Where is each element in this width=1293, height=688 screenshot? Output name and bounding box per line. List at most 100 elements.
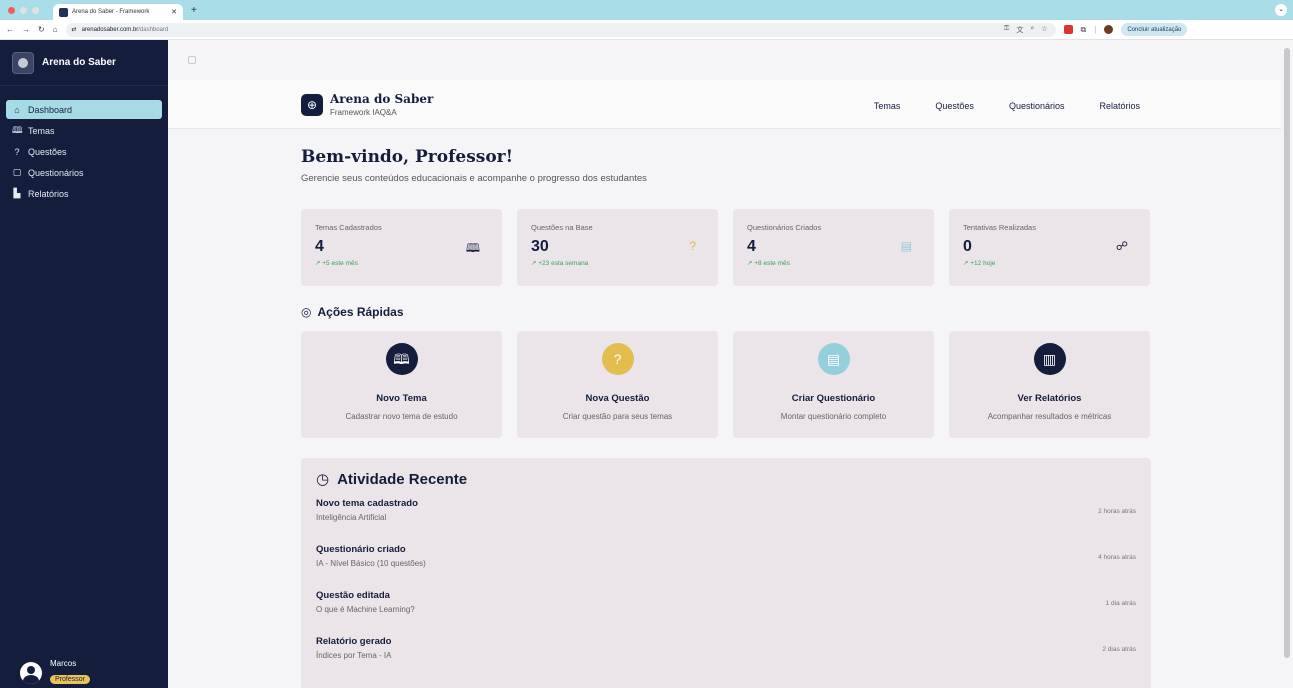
book-icon: 🕮: [385, 343, 418, 375]
header-nav-questoes[interactable]: Questões: [935, 101, 974, 111]
tab-title: Arena do Saber - Framework: [72, 9, 150, 15]
header-nav: Temas Questões Questionários Relatórios: [874, 101, 1140, 111]
minimize-window-button[interactable]: [20, 6, 27, 14]
home-icon[interactable]: ⌂: [53, 25, 58, 34]
header-title: Arena do Saber: [330, 92, 434, 106]
list-item[interactable]: Novo tema cadastrado Inteligência Artifi…: [316, 498, 1136, 544]
new-question-card[interactable]: ? Nova Questão Criar questão para seus t…: [517, 331, 718, 438]
stat-card-temas: Temas Cadastrados 4 ↗ +5 este mês 🕮: [301, 209, 502, 286]
header-nav-relatorios[interactable]: Relatórios: [1099, 101, 1140, 111]
brain-logo-icon: ⊕: [301, 94, 323, 116]
page-title: Bem-vindo, Professor!: [301, 147, 514, 167]
list-item[interactable]: Questionário criado IA - Nível Básico (1…: [316, 544, 1136, 590]
action-title: Criar Questionário: [791, 393, 876, 404]
sidebar-toggle-icon[interactable]: [188, 56, 196, 64]
back-icon[interactable]: ←: [6, 25, 14, 34]
user-name: Marcos: [50, 659, 77, 668]
extensions-area: ⧉ |: [1063, 25, 1114, 35]
sidebar-item-label: Dashboard: [28, 104, 73, 115]
page-scrollbar[interactable]: [1281, 40, 1293, 688]
stat-trend: ↗ +5 este mês: [315, 260, 358, 267]
sidebar-brand[interactable]: Arena do Saber: [0, 40, 168, 86]
browser-tab[interactable]: Arena do Saber - Framework ✕: [53, 4, 183, 20]
bookmark-star-icon[interactable]: ☆: [1041, 25, 1047, 35]
activity-title: Relatório gerado: [316, 636, 392, 647]
action-subtitle: Cadastrar novo tema de estudo: [345, 412, 458, 421]
question-icon: ?: [601, 343, 634, 375]
tab-close-icon[interactable]: ✕: [171, 8, 177, 16]
sidebar-item-questoes[interactable]: ? Questões: [6, 142, 162, 161]
activity-subtitle: O que é Machine Learning?: [316, 605, 415, 614]
reload-icon[interactable]: ↻: [38, 25, 45, 34]
stat-card-tentativas: Tentativas Realizadas 0 ↗ +12 hoje ☍: [949, 209, 1150, 286]
role-badge: Professor: [50, 675, 90, 684]
activity-time: 1 dia atrás: [1105, 600, 1136, 607]
stat-value: 0: [963, 238, 972, 255]
question-icon: ?: [689, 239, 696, 253]
action-title: Nova Questão: [585, 393, 650, 404]
translate-icon[interactable]: 文: [1016, 25, 1023, 35]
activity-list: Novo tema cadastrado Inteligência Artifi…: [316, 498, 1136, 682]
clock-icon: ◷: [316, 471, 330, 488]
activity-time: 2 dias atrás: [1102, 646, 1136, 653]
create-quiz-card[interactable]: ▤ Criar Questionário Montar questionário…: [733, 331, 934, 438]
activity-title: Questionário criado: [316, 544, 406, 555]
sidebar-item-questionarios[interactable]: ▢ Questionários: [6, 163, 162, 182]
forward-icon[interactable]: →: [22, 25, 30, 34]
header-nav-temas[interactable]: Temas: [874, 101, 901, 111]
update-button[interactable]: Concluir atualização: [1121, 23, 1188, 36]
header-subtitle: Framework IAQ&A: [330, 108, 397, 117]
sidebar-item-label: Questionários: [28, 167, 84, 178]
profile-avatar-icon[interactable]: [1104, 25, 1114, 34]
favicon-icon: [59, 7, 68, 17]
stat-trend: ↗ +23 esta semana: [531, 260, 589, 267]
scrollbar-thumb[interactable]: [1284, 48, 1290, 658]
sidebar: Arena do Saber ⌂ Dashboard 🕮 Temas ? Que…: [0, 40, 168, 688]
tab-search-icon[interactable]: ⌄: [1275, 4, 1287, 16]
url-path: /dashboard: [138, 26, 169, 33]
sidebar-item-relatorios[interactable]: ▙ Relatórios: [6, 184, 162, 203]
address-field[interactable]: ⇄ arenadosaber.com.br/dashboard ⚿ 文 ⌕ ☆: [65, 22, 1056, 37]
new-tab-button[interactable]: +: [191, 5, 197, 16]
activity-subtitle: Índices por Tema - IA: [316, 651, 392, 660]
action-title: Novo Tema: [376, 393, 427, 404]
recent-activity-panel: ◷ Atividade Recente Novo tema cadastrado…: [301, 458, 1151, 688]
sidebar-item-temas[interactable]: 🕮 Temas: [6, 121, 162, 140]
view-reports-card[interactable]: ▥ Ver Relatórios Acompanhar resultados e…: [949, 331, 1150, 438]
recent-activity-heading: ◷ Atividade Recente: [316, 470, 1136, 489]
main-content: ⊕ Arena do Saber Framework IAQ&A Temas Q…: [168, 40, 1281, 688]
new-theme-card[interactable]: 🕮 Novo Tema Cadastrar novo tema de estud…: [301, 331, 502, 438]
activity-subtitle: IA - Nível Básico (10 questões): [316, 559, 426, 568]
action-subtitle: Montar questionário completo: [780, 412, 887, 421]
stat-value: 4: [315, 238, 324, 255]
maximize-window-button[interactable]: [32, 6, 39, 14]
action-title: Ver Relatórios: [1017, 393, 1082, 404]
sidebar-item-label: Temas: [28, 125, 55, 136]
list-item[interactable]: Relatório gerado Índices por Tema - IA 2…: [316, 636, 1136, 682]
brand-logo-icon: [12, 51, 34, 74]
avatar: [20, 661, 42, 684]
stat-trend: ↗ +8 este mês: [747, 260, 790, 267]
list-item[interactable]: Questão editada O que é Machine Learning…: [316, 590, 1136, 636]
clipboard-icon: ▢: [12, 167, 22, 177]
activity-title: Novo tema cadastrado: [316, 498, 418, 509]
stat-trend: ↗ +12 hoje: [963, 260, 996, 267]
zoom-icon[interactable]: ⌕: [1030, 25, 1034, 35]
dashboard-content: Bem-vindo, Professor! Gerencie seus cont…: [301, 147, 1151, 688]
close-window-button[interactable]: [8, 6, 15, 14]
password-key-icon[interactable]: ⚿: [1004, 25, 1009, 35]
extensions-puzzle-icon[interactable]: ⧉: [1081, 25, 1087, 35]
clipboard-icon: ▤: [900, 239, 912, 253]
user-profile[interactable]: Marcos Professor: [20, 659, 90, 686]
home-icon: ⌂: [14, 104, 20, 115]
sidebar-item-dashboard[interactable]: ⌂ Dashboard: [6, 100, 162, 119]
url-host: arenadosaber.com.br: [81, 26, 139, 33]
sidebar-nav: ⌂ Dashboard 🕮 Temas ? Questões ▢ Questio…: [0, 86, 168, 203]
site-info-icon[interactable]: ⇄: [72, 26, 77, 33]
browser-tab-bar: Arena do Saber - Framework ✕ + ⌄: [0, 0, 1293, 20]
quick-actions: 🕮 Novo Tema Cadastrar novo tema de estud…: [301, 331, 1151, 438]
stat-card-questionarios: Questionários Criados 4 ↗ +8 este mês ▤: [733, 209, 934, 286]
brand-name: Arena do Saber: [42, 57, 116, 68]
header-nav-questionarios[interactable]: Questionários: [1009, 101, 1065, 111]
extension-icon[interactable]: [1063, 25, 1073, 34]
